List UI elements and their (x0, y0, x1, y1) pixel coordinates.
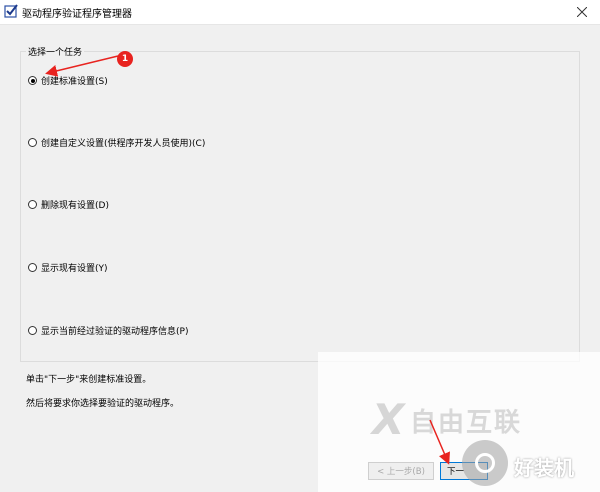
option-label: 显示当前经过验证的驱动程序信息(P) (41, 327, 189, 337)
window-title: 驱动程序验证程序管理器 (22, 9, 132, 20)
verifier-manager-window: 驱动程序验证程序管理器 选择一个任务 创建标准设置(S) 创建自定义设置(供程序… (0, 0, 600, 492)
annotation-step-badge: 1 (117, 51, 133, 67)
radio-button[interactable] (28, 76, 37, 85)
close-icon (577, 7, 587, 17)
hint-line-2: 然后将要求你选择要验证的驱动程序。 (26, 399, 180, 409)
option-display-existing[interactable]: 显示现有设置(Y) (28, 261, 108, 274)
watermark-logo-x: X (372, 395, 405, 444)
option-label: 删除现有设置(D) (41, 201, 109, 211)
title-bar: 驱动程序验证程序管理器 (0, 0, 600, 25)
option-delete-existing[interactable]: 删除现有设置(D) (28, 198, 109, 211)
radio-button[interactable] (28, 263, 37, 272)
back-button[interactable]: < 上一步(B) (368, 462, 434, 480)
close-button[interactable] (572, 2, 592, 22)
option-create-standard[interactable]: 创建标准设置(S) (28, 74, 108, 87)
watermark-brand-text-2: 好装机 (514, 456, 574, 480)
option-create-custom[interactable]: 创建自定义设置(供程序开发人员使用)(C) (28, 136, 205, 149)
option-display-verified-info[interactable]: 显示当前经过验证的驱动程序信息(P) (28, 324, 188, 337)
hint-line-1: 单击"下一步"来创建标准设置。 (26, 375, 152, 385)
task-group-legend: 选择一个任务 (26, 45, 85, 58)
option-label: 显示现有设置(Y) (41, 264, 108, 274)
watermark-brand-text: 自由互联 (410, 408, 523, 438)
option-label: 创建自定义设置(供程序开发人员使用)(C) (41, 139, 206, 149)
radio-button[interactable] (28, 326, 37, 335)
checkmark-app-icon (4, 4, 18, 18)
radio-button[interactable] (28, 138, 37, 147)
radio-button[interactable] (28, 200, 37, 209)
watermark-eye-icon (462, 440, 508, 486)
option-label: 创建标准设置(S) (41, 77, 108, 87)
